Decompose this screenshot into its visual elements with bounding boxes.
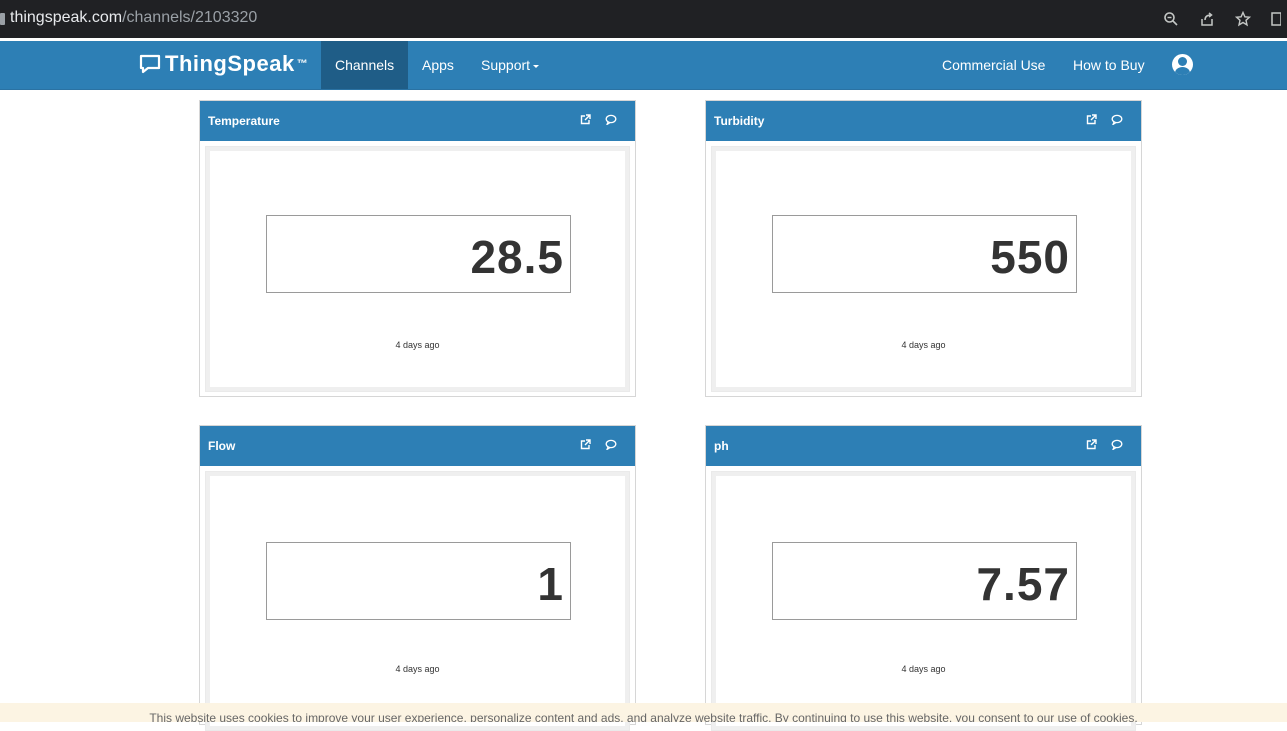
widget-title: Temperature	[208, 114, 280, 128]
widget-value: 1	[537, 558, 564, 610]
comment-icon[interactable]	[605, 114, 617, 125]
bookmark-star-icon[interactable]	[1235, 11, 1251, 27]
url-path: /channels/2103320	[122, 9, 258, 26]
zoom-icon[interactable]	[1163, 11, 1179, 27]
external-link-icon[interactable]	[580, 439, 591, 450]
browser-address-bar[interactable]: thingspeak.com/channels/2103320	[0, 0, 1287, 38]
share-icon[interactable]	[1199, 11, 1215, 27]
numeric-display: 7.57	[772, 542, 1077, 620]
comment-icon[interactable]	[605, 439, 617, 450]
nav-channels[interactable]: Channels	[321, 41, 409, 89]
widget-value: 7.57	[976, 558, 1070, 610]
external-link-icon[interactable]	[1086, 114, 1097, 125]
widget-body: 550 4 days ago	[711, 146, 1136, 392]
widget-ph: ph 7.57 4 days ago	[705, 425, 1142, 731]
cookie-banner-text: This website uses cookies to improve you…	[149, 711, 1138, 722]
widget-header: Flow	[200, 426, 635, 466]
last-updated: 4 days ago	[901, 340, 946, 350]
widget-title: Turbidity	[714, 114, 765, 128]
numeric-display: 1	[266, 542, 571, 620]
nav-support-label: Support	[481, 57, 531, 73]
main-navbar: ThingSpeak ™ Channels Apps Support Commer…	[0, 41, 1287, 90]
widget-header: ph	[706, 426, 1141, 466]
nav-commercial-use[interactable]: Commercial Use	[928, 41, 1059, 89]
comment-icon[interactable]	[1111, 114, 1123, 125]
widget-body: 1 4 days ago	[205, 471, 630, 731]
numeric-display: 550	[772, 215, 1077, 293]
nav-how-to-buy[interactable]: How to Buy	[1059, 41, 1159, 89]
widget-turbidity: Turbidity 550 4 days ago	[705, 100, 1142, 397]
caret-down-icon	[533, 64, 540, 68]
widget-value: 550	[990, 231, 1070, 283]
widget-body: 28.5 4 days ago	[205, 146, 630, 392]
brand-name: ThingSpeak	[165, 51, 295, 76]
widget-header: Temperature	[200, 101, 635, 141]
cookie-banner: This website uses cookies to improve you…	[0, 703, 1287, 722]
url-text[interactable]: thingspeak.com/channels/2103320	[10, 9, 257, 27]
widget-header: Turbidity	[706, 101, 1141, 141]
nav-apps[interactable]: Apps	[408, 41, 468, 89]
widget-value: 28.5	[470, 231, 564, 283]
chat-bubble-icon	[139, 54, 161, 74]
widget-body: 7.57 4 days ago	[711, 471, 1136, 731]
last-updated: 4 days ago	[901, 664, 946, 674]
last-updated: 4 days ago	[395, 340, 440, 350]
numeric-display: 28.5	[266, 215, 571, 293]
browser-toolbar-icons	[1163, 8, 1287, 30]
external-link-icon[interactable]	[580, 114, 591, 125]
widget-temperature: Temperature 28.5 4 days ago	[199, 100, 636, 397]
comment-icon[interactable]	[1111, 439, 1123, 450]
last-updated: 4 days ago	[395, 664, 440, 674]
widget-title: ph	[714, 439, 729, 453]
brand-trademark: ™	[296, 58, 308, 70]
external-link-icon[interactable]	[1086, 439, 1097, 450]
widget-title: Flow	[208, 439, 236, 453]
sidebar-icon[interactable]	[1271, 11, 1281, 27]
user-account-icon[interactable]	[1172, 54, 1193, 75]
brand-logo[interactable]: ThingSpeak ™	[139, 51, 308, 77]
url-host: thingspeak.com	[10, 9, 123, 26]
nav-support[interactable]: Support	[467, 41, 553, 89]
lock-icon	[0, 13, 5, 25]
widget-flow: Flow 1 4 days ago	[199, 425, 636, 731]
